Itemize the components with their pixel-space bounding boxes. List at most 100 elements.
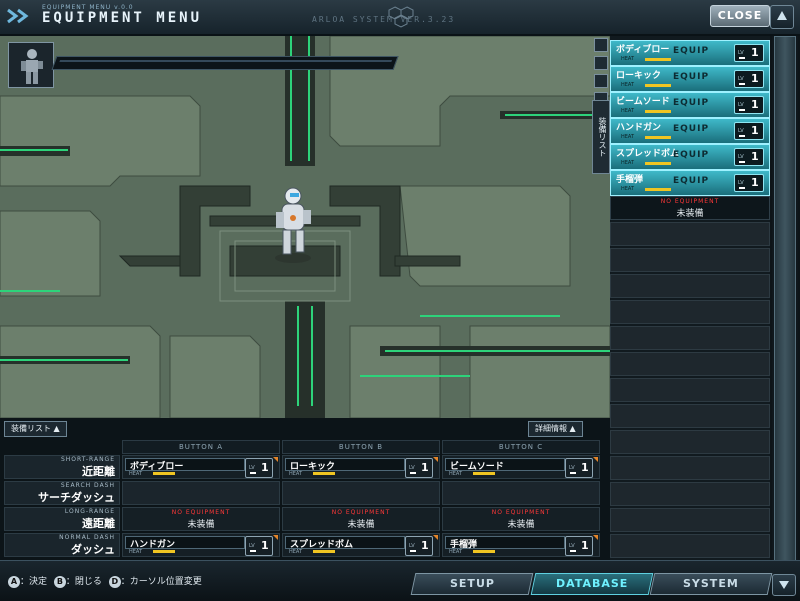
- equipment-list-tab[interactable]: 装備リスト: [592, 100, 610, 174]
- loadout-cell[interactable]: ボディブロー HEAT LV 1: [122, 455, 280, 479]
- heat-label: HEAT: [289, 549, 303, 555]
- loadout-cell[interactable]: ローキック HEAT LV 1: [282, 455, 440, 479]
- level-bar: [739, 109, 745, 111]
- column-header-b: BUTTON B: [282, 440, 440, 454]
- equipment-slot[interactable]: ハンドガン EQUIP HEAT LV 1: [610, 118, 770, 144]
- scrollbar-track[interactable]: [774, 36, 796, 562]
- list-scrollbar[interactable]: [772, 36, 798, 562]
- slot-name: 手榴弾: [616, 175, 644, 185]
- footer-bar: A ：決定 B ：閉じる D ：カーソル位置変更 SETUP DATABASE SYS…: [0, 560, 800, 601]
- level-box: LV 1: [734, 44, 764, 62]
- empty-slot[interactable]: [610, 456, 770, 480]
- empty-slot[interactable]: [610, 222, 770, 246]
- level-label: LV: [249, 465, 255, 471]
- level-label: LV: [249, 543, 255, 549]
- hint-confirm: ：決定: [20, 577, 48, 587]
- control-hints: A ：決定 B ：閉じる D ：カーソル位置変更: [8, 574, 202, 588]
- empty-slot[interactable]: [610, 352, 770, 376]
- empty-slot[interactable]: [610, 326, 770, 350]
- slot-status: EQUIP: [673, 124, 710, 134]
- circuit-floor-map: [0, 36, 610, 418]
- corner-marker-icon: [273, 457, 278, 462]
- tab-up-icon[interactable]: [594, 38, 608, 52]
- heat-label: HEAT: [621, 160, 635, 166]
- empty-slot[interactable]: [610, 534, 770, 558]
- empty-slot[interactable]: [610, 300, 770, 324]
- heat-label: HEAT: [621, 56, 635, 62]
- loadout-cell-unequipped[interactable]: NO EQUIPMENT 未装備: [282, 507, 440, 531]
- level-bar: [410, 550, 416, 552]
- scroll-down-button[interactable]: [772, 574, 796, 596]
- level-label: LV: [569, 543, 575, 549]
- empty-slot[interactable]: [610, 274, 770, 298]
- tab-detail-info[interactable]: 詳細情報 ▲: [528, 421, 583, 437]
- equipment-slot[interactable]: ボディブロー EQUIP HEAT LV 1: [610, 40, 770, 66]
- unequipped-label: 未装備: [187, 520, 215, 530]
- page-title: EQUIPMENT MENU: [42, 10, 203, 26]
- empty-slot[interactable]: [610, 508, 770, 532]
- close-button[interactable]: CLOSE: [710, 5, 770, 27]
- loadout-cell[interactable]: 手榴弾 HEAT LV 1: [442, 533, 600, 557]
- loadout-cell-unequipped[interactable]: NO EQUIPMENT 未装備: [122, 507, 280, 531]
- level-value: 1: [581, 539, 589, 552]
- setup-button[interactable]: SETUP: [410, 573, 534, 595]
- empty-slot[interactable]: [610, 430, 770, 454]
- loadout-cell-empty[interactable]: [282, 481, 440, 505]
- game-viewport: [0, 36, 610, 418]
- corner-marker-icon: [273, 535, 278, 540]
- heat-bar: [645, 58, 671, 61]
- empty-slot[interactable]: [610, 404, 770, 428]
- loadout-cell[interactable]: ビームソード HEAT LV 1: [442, 455, 600, 479]
- heat-bar: [645, 188, 671, 191]
- level-bar: [250, 550, 256, 552]
- loadout-cell-unequipped[interactable]: NO EQUIPMENT 未装備: [442, 507, 600, 531]
- slot-status: EQUIP: [673, 176, 710, 186]
- empty-slot[interactable]: [610, 378, 770, 402]
- unequipped-label: 未装備: [347, 520, 375, 530]
- heat-bar: [473, 550, 495, 553]
- heat-label: HEAT: [289, 471, 303, 477]
- tab-icon-2[interactable]: [594, 74, 608, 88]
- empty-slot[interactable]: [610, 482, 770, 506]
- equipment-slot[interactable]: スプレッドボム EQUIP HEAT LV 1: [610, 144, 770, 170]
- slot-status: EQUIP: [673, 72, 710, 82]
- loadout-cell-empty[interactable]: [122, 481, 280, 505]
- row-label-en: SEARCH DASH: [60, 482, 115, 489]
- loadout-cell[interactable]: ハンドガン HEAT LV 1: [122, 533, 280, 557]
- heat-bar: [645, 110, 671, 113]
- level-box: LV 1: [565, 458, 593, 478]
- row-label-normal-dash: NORMAL DASH ダッシュ: [4, 533, 120, 557]
- character-portrait: [8, 42, 54, 88]
- b-button-icon: B: [53, 576, 66, 588]
- level-label: LV: [409, 543, 415, 549]
- level-label: LV: [569, 465, 575, 471]
- weapon-name-box: ローキック: [285, 458, 405, 472]
- no-equipment-slot[interactable]: NO EQUIPMENT 未装備: [610, 196, 770, 220]
- heat-label: HEAT: [621, 134, 635, 140]
- level-bar: [410, 472, 416, 474]
- loadout-cell-empty[interactable]: [442, 481, 600, 505]
- no-equipment-label: NO EQUIPMENT: [331, 509, 391, 516]
- database-button[interactable]: DATABASE: [530, 573, 654, 595]
- level-bar: [739, 161, 745, 163]
- level-box: LV 1: [734, 148, 764, 166]
- level-label: LV: [738, 180, 744, 186]
- header-bar: EQUIPMENT MENU v.0.0 EQUIPMENT MENU ARLO…: [0, 0, 800, 36]
- equipment-slot[interactable]: ローキック EQUIP HEAT LV 1: [610, 66, 770, 92]
- loadout-cell[interactable]: スプレッドボム HEAT LV 1: [282, 533, 440, 557]
- scroll-up-button[interactable]: [770, 5, 794, 29]
- tab-label: 装備リスト: [11, 424, 51, 433]
- weapon-name-box: ハンドガン: [125, 536, 245, 550]
- tab-icon-1[interactable]: [594, 56, 608, 70]
- equipment-slot[interactable]: ビームソード EQUIP HEAT LV 1: [610, 92, 770, 118]
- empty-slot[interactable]: [610, 248, 770, 272]
- level-value: 1: [751, 150, 759, 163]
- system-button[interactable]: SYSTEM: [649, 573, 773, 595]
- tab-equipment-list[interactable]: 装備リスト ▲: [4, 421, 67, 437]
- d-button-icon: D: [108, 576, 121, 588]
- level-value: 1: [751, 72, 759, 85]
- hint-cursor: ：カーソル位置変更: [120, 577, 202, 587]
- heat-bar: [645, 162, 671, 165]
- level-box: LV 1: [245, 458, 273, 478]
- equipment-slot[interactable]: 手榴弾 EQUIP HEAT LV 1: [610, 170, 770, 196]
